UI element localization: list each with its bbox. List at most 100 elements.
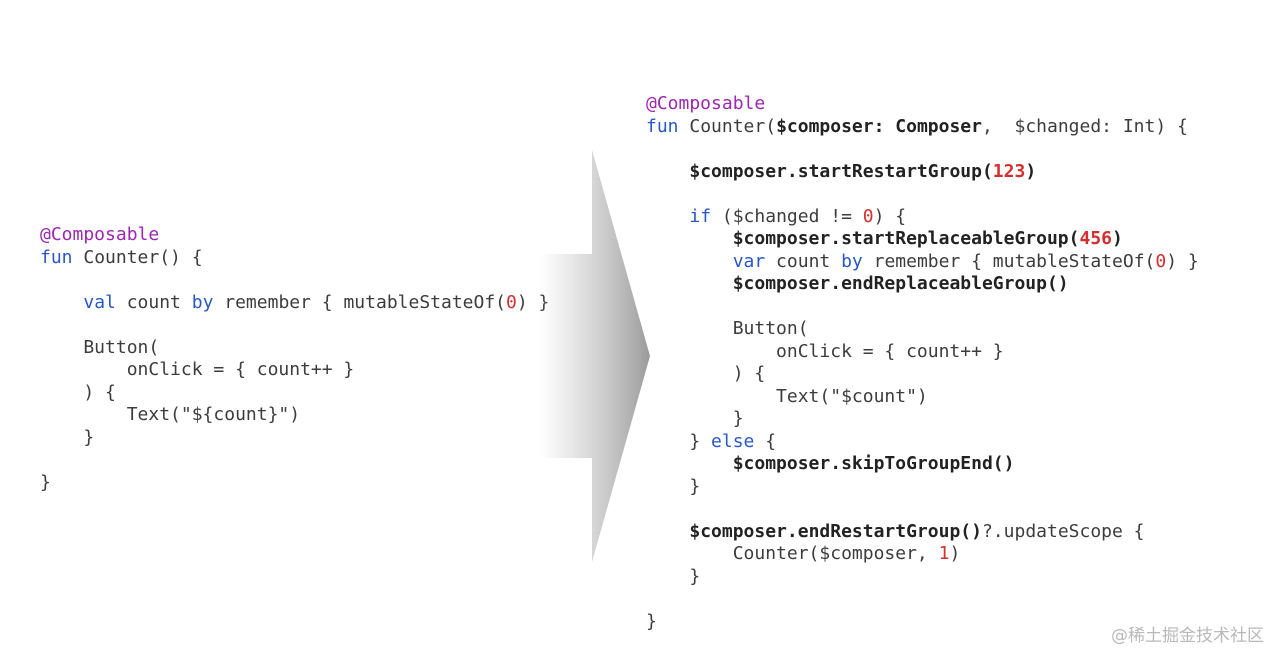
code-token: 0 bbox=[1155, 250, 1167, 272]
code-line: if ($changed != 0) { bbox=[646, 206, 1199, 229]
code-line: @Composable bbox=[40, 224, 549, 247]
code-token: by bbox=[191, 291, 214, 313]
code-token: Text("$count") bbox=[646, 385, 928, 407]
code-line: $composer.endReplaceableGroup() bbox=[646, 273, 1199, 296]
code-line: $composer.endRestartGroup()?.updateScope… bbox=[646, 521, 1199, 544]
code-token: Button( bbox=[40, 336, 160, 358]
code-token: onClick = { count++ } bbox=[40, 359, 355, 380]
code-token: count bbox=[765, 250, 842, 272]
code-token: { bbox=[754, 430, 777, 452]
code-token: } bbox=[646, 475, 701, 497]
code-token: $composer.startRestartGroup( bbox=[689, 160, 993, 182]
code-line: } bbox=[646, 408, 1199, 431]
code-token: } bbox=[646, 565, 701, 587]
code-line: ) { bbox=[646, 363, 1199, 386]
code-token: $composer.skipToGroupEnd() bbox=[732, 453, 1015, 474]
code-line: var count by remember { mutableStateOf(0… bbox=[646, 251, 1199, 274]
code-token: val bbox=[83, 291, 116, 313]
watermark: @稀土掘金技术社区 bbox=[1111, 626, 1264, 646]
code-token: remember { mutableStateOf( bbox=[862, 250, 1156, 272]
code-line: onClick = { count++ } bbox=[40, 359, 549, 382]
code-token: ) bbox=[1025, 160, 1037, 182]
code-token: Text("${count}") bbox=[40, 404, 301, 425]
code-token: fun bbox=[40, 246, 73, 268]
code-token: } bbox=[646, 610, 657, 632]
code-token: fun bbox=[646, 115, 679, 137]
code-line: ) { bbox=[40, 382, 549, 405]
code-token: , $changed: Int) { bbox=[981, 115, 1188, 137]
code-token: ) { bbox=[40, 381, 116, 403]
code-token: ($changed != bbox=[711, 205, 863, 227]
code-line: $composer.startRestartGroup(123) bbox=[646, 161, 1199, 184]
code-token: else bbox=[711, 430, 755, 452]
code-line: @Composable bbox=[646, 93, 1199, 116]
code-token: var bbox=[732, 250, 766, 272]
code-token: ) } bbox=[1166, 250, 1199, 272]
code-line: onClick = { count++ } bbox=[646, 341, 1199, 364]
code-line: fun Counter($composer: Composer, $change… bbox=[646, 116, 1199, 139]
code-line: Button( bbox=[40, 337, 549, 360]
code-token: ) { bbox=[646, 363, 766, 384]
code-token: ) bbox=[1112, 228, 1123, 249]
code-line: Text("$count") bbox=[646, 386, 1199, 409]
code-token: by bbox=[841, 250, 863, 272]
code-token: $composer.endReplaceableGroup() bbox=[732, 273, 1069, 294]
code-line: Counter($composer, 1) bbox=[646, 543, 1199, 566]
code-token: $composer.startReplaceableGroup( bbox=[732, 228, 1080, 249]
code-line: $composer.startReplaceableGroup(456) bbox=[646, 228, 1199, 251]
code-token: @Composable bbox=[646, 93, 766, 114]
code-token: 1 bbox=[938, 543, 950, 564]
code-token: $composer.endRestartGroup() bbox=[689, 520, 982, 542]
code-line: Text("${count}") bbox=[40, 404, 549, 427]
code-token: count bbox=[115, 291, 192, 313]
code-line: } bbox=[40, 472, 549, 495]
code-token: } bbox=[40, 471, 51, 493]
code-line: } bbox=[40, 427, 549, 450]
code-token: @Composable bbox=[40, 224, 160, 245]
code-token: if bbox=[689, 205, 712, 227]
code-token: Counter() { bbox=[72, 246, 203, 268]
code-token: } bbox=[646, 430, 712, 452]
code-token: onClick = { count++ } bbox=[646, 340, 1004, 362]
code-line: } else { bbox=[646, 431, 1199, 454]
code-token: ) { bbox=[873, 205, 907, 227]
code-line: val count by remember { mutableStateOf(0… bbox=[40, 292, 549, 315]
code-line: Button( bbox=[646, 318, 1199, 341]
code-token: Counter( bbox=[678, 115, 777, 137]
code-token: ?.updateScope { bbox=[981, 520, 1145, 542]
code-token: ) bbox=[949, 543, 961, 564]
right-arrow-icon bbox=[540, 150, 650, 562]
code-token: Button( bbox=[646, 318, 809, 339]
code-line: fun Counter() { bbox=[40, 247, 549, 270]
code-line: } bbox=[646, 566, 1199, 589]
code-token: 123 bbox=[992, 160, 1026, 182]
code-token: $composer: Composer bbox=[776, 115, 982, 137]
code-token: 0 bbox=[506, 291, 517, 313]
code-token: remember { mutableStateOf( bbox=[213, 291, 507, 313]
after-code-block: @Composable fun Counter($composer: Compos… bbox=[646, 93, 1199, 633]
code-token: 456 bbox=[1079, 228, 1112, 249]
code-token: 0 bbox=[862, 205, 874, 227]
code-token: Counter($composer, bbox=[646, 543, 939, 564]
code-line: $composer.skipToGroupEnd() bbox=[646, 453, 1199, 476]
code-token: } bbox=[646, 408, 744, 429]
code-line: } bbox=[646, 476, 1199, 499]
before-code-block: @Composable fun Counter() { val count by … bbox=[40, 224, 549, 494]
code-token: } bbox=[40, 426, 95, 448]
